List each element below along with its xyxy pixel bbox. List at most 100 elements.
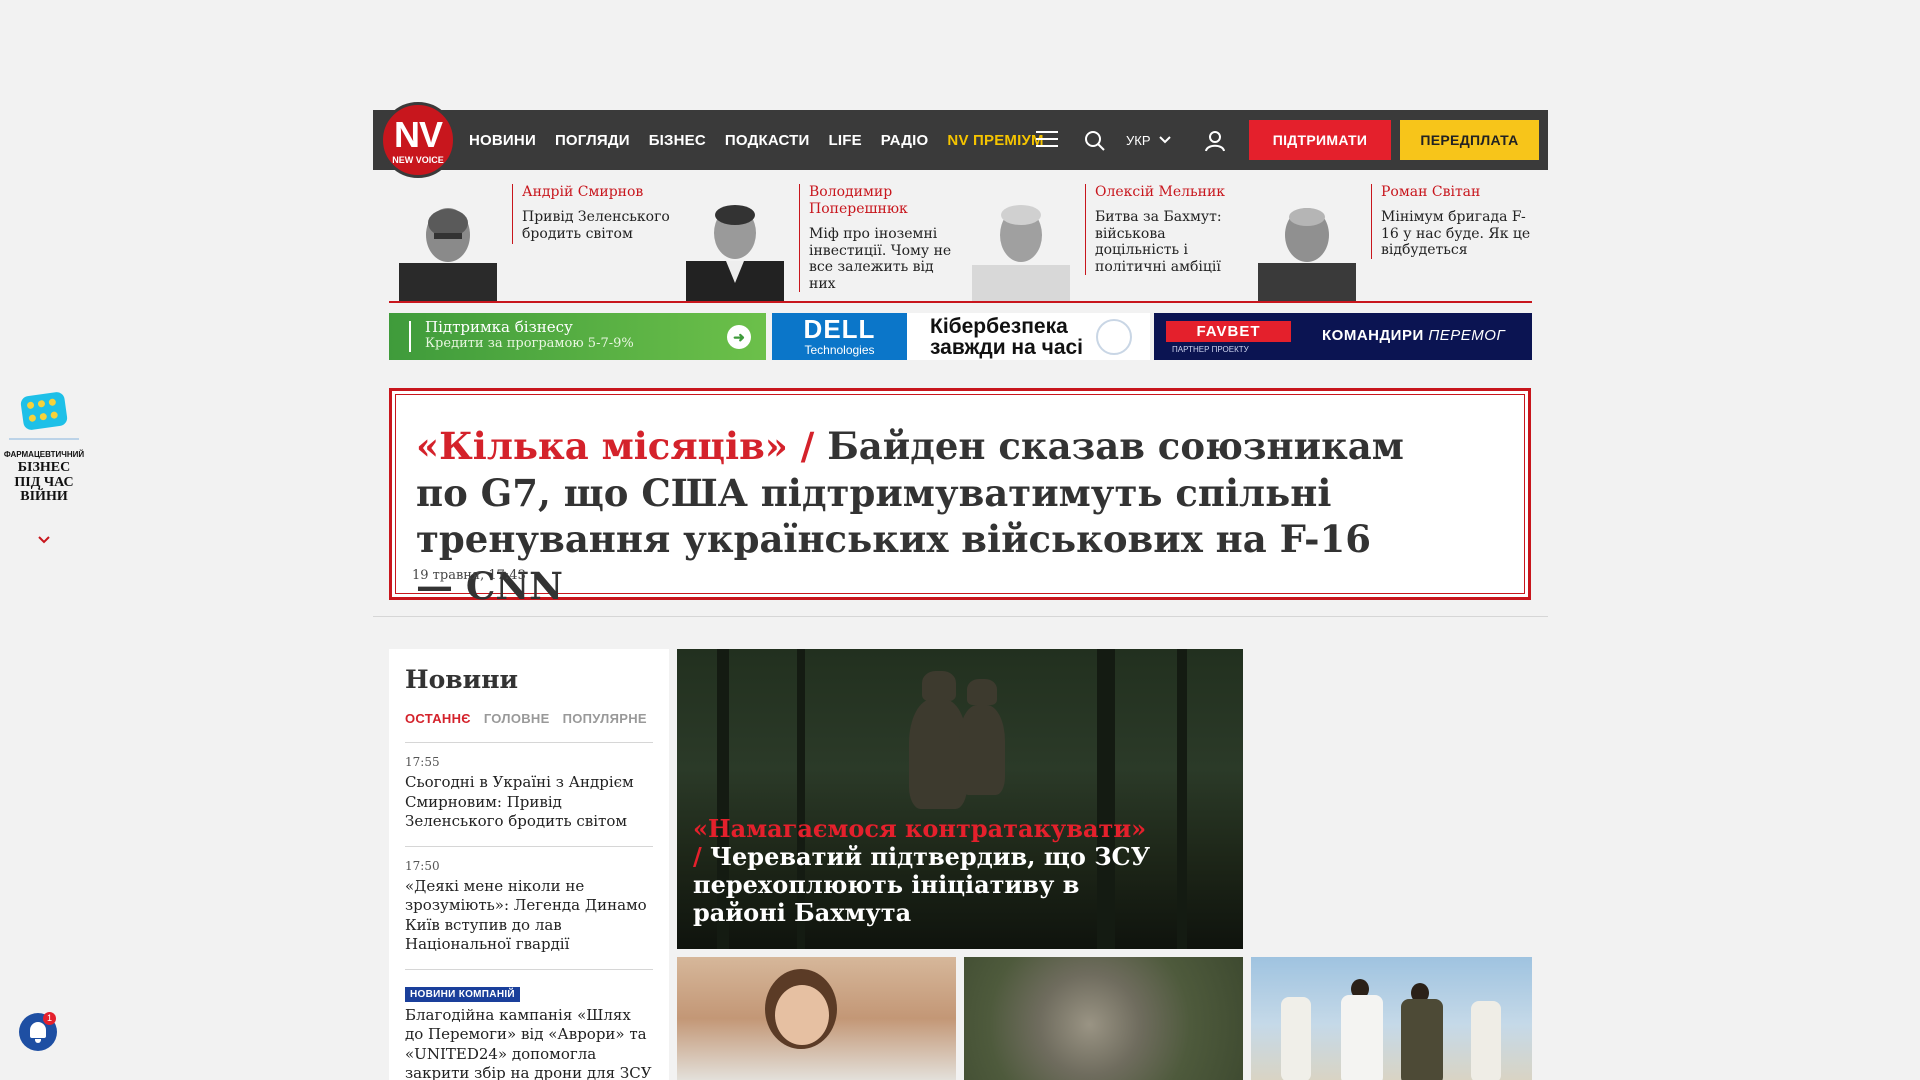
pill-blister-icon	[19, 391, 69, 431]
columnist-card[interactable]: Андрій Смирнов Привід Зеленського бродит…	[389, 180, 675, 301]
story-thumbnail[interactable]	[964, 957, 1243, 1080]
columnist-title[interactable]: Привід Зеленського бродить світом	[522, 209, 672, 242]
language-label: УКР	[1126, 132, 1151, 148]
dell-banner-text: Кібербезпека завжди на часі	[930, 316, 1083, 358]
columnist-author[interactable]: Володимир Поперешнюк	[809, 184, 959, 218]
dell-line1: Кібербезпека	[930, 315, 1068, 338]
top-story-date: 19 травня, 17:43	[412, 568, 526, 583]
arrow-right-icon: ➜	[727, 325, 751, 349]
news-list: 17:55 Сьогодні в Україні з Андрієм Смирн…	[405, 742, 653, 1080]
dell-logo-main: DELL	[803, 314, 876, 344]
news-time: 17:55	[405, 755, 440, 769]
banner-business-line2: Кредити за програмою 5-7-9%	[425, 336, 634, 351]
news-tabs: ОСТАННЄ ГОЛОВНЕ ПОПУЛЯРНЕ	[405, 711, 647, 726]
columnist-card[interactable]: Роман Світан Мінімум бригада F-16 у нас …	[1248, 180, 1534, 301]
columnist-photo	[686, 205, 784, 301]
columnist-photo	[972, 205, 1070, 301]
widget-small-label: ФАРМАЦЕВТИЧНИЙ	[3, 450, 85, 459]
photo-soldier	[922, 671, 956, 701]
business-support-banner[interactable]: Підтримка бізнесу Кредити за програмою 5…	[389, 313, 766, 360]
photo-person	[1281, 997, 1311, 1080]
news-headline[interactable]: Сьогодні в Україні з Андрієм Смирновим: …	[405, 773, 653, 832]
nav-news[interactable]: НОВИНИ	[469, 132, 536, 149]
banner-divider	[409, 321, 411, 352]
company-news-badge: НОВИНИ КОМПАНІЙ	[405, 986, 520, 1002]
notification-count-badge: 1	[43, 1012, 56, 1025]
logo-main-text: NV	[393, 114, 443, 155]
photo-tree	[1177, 649, 1187, 949]
section-divider	[373, 616, 1548, 617]
favbet-slogan-main: КОМАНДИРИ	[1322, 327, 1424, 344]
nav-premium[interactable]: NV ПРЕМІУМ	[947, 132, 1043, 149]
nav-opinions[interactable]: ПОГЛЯДИ	[555, 132, 630, 149]
photo-person	[1401, 999, 1443, 1080]
hamburger-menu-icon[interactable]	[1036, 131, 1058, 152]
language-selector[interactable]: УКР	[1126, 110, 1171, 170]
tab-latest[interactable]: ОСТАННЄ	[405, 711, 471, 726]
columnists-strip: Андрій Смирнов Привід Зеленського бродит…	[389, 180, 1532, 303]
columnist-author[interactable]: Андрій Смирнов	[522, 184, 672, 201]
tab-main[interactable]: ГОЛОВНЕ	[484, 711, 550, 726]
top-story-kicker: «Кілька місяців» /	[416, 424, 815, 468]
story-thumbnail[interactable]	[1251, 957, 1532, 1080]
news-item[interactable]: 17:55 Сьогодні в Україні з Андрієм Смирн…	[405, 743, 653, 847]
top-story-title[interactable]: «Кілька місяців» / Байден сказав союзник…	[416, 423, 1416, 609]
site-logo[interactable]: NV NEW VOICE	[380, 102, 456, 178]
tab-popular[interactable]: ПОПУЛЯРНЕ	[563, 711, 647, 726]
columnist-author[interactable]: Роман Світан	[1381, 184, 1531, 201]
widget-divider	[9, 438, 79, 440]
user-icon[interactable]	[1204, 130, 1226, 152]
dell-banner[interactable]: DELL Technologies Кібербезпека завжди на…	[772, 313, 1150, 360]
favbet-logo: FAVBET	[1166, 321, 1291, 342]
favbet-slogan-italic: ПЕРЕМОГ	[1428, 327, 1506, 344]
news-headline[interactable]: Благодійна кампанія «Шлях до Перемоги» в…	[405, 1006, 653, 1080]
columnist-title[interactable]: Мінімум бригада F-16 у нас буде. Як це в…	[1381, 209, 1531, 259]
columnist-title[interactable]: Битва за Бахмут: військова доцільність і…	[1095, 209, 1245, 275]
top-story-frame: «Кілька місяців» / Байден сказав союзник…	[395, 394, 1525, 608]
main-story-title[interactable]: «Намагаємося контратакувати» / Череватий…	[693, 815, 1163, 927]
photo-soldier	[967, 679, 997, 705]
favbet-slogan: КОМАНДИРИ ПЕРЕМОГ	[1322, 327, 1505, 344]
widget-title-line: ВІЙНИ	[20, 489, 68, 504]
columnist-card[interactable]: Володимир Поперешнюк Міф про іноземні ін…	[676, 180, 962, 301]
columnist-photo	[399, 208, 497, 301]
news-item[interactable]: 17:50 «Деякі мене ніколи не зрозуміють»:…	[405, 847, 653, 970]
search-icon[interactable]	[1084, 130, 1106, 152]
main-nav: НОВИНИ ПОГЛЯДИ БІЗНЕС ПОДКАСТИ LIFE РАДІ…	[469, 110, 1044, 170]
columnist-card[interactable]: Олексій Мельник Битва за Бахмут: військо…	[962, 180, 1248, 301]
main-story-headline: Череватий підтвердив, що ЗСУ перехоплюют…	[693, 842, 1151, 927]
favbet-partner-label: ПАРТНЕР ПРОЕКТУ	[1172, 345, 1249, 354]
photo-person	[775, 985, 829, 1045]
main-story-card[interactable]: «Намагаємося контратакувати» / Череватий…	[677, 649, 1243, 949]
photo-person	[1341, 995, 1383, 1080]
nav-life[interactable]: LIFE	[828, 132, 861, 149]
columnist-title[interactable]: Міф про іноземні інвестиції. Чому не все…	[809, 226, 959, 292]
photo-soldier	[959, 705, 1005, 795]
support-button[interactable]: ПІДТРИМАТИ	[1249, 120, 1391, 160]
widget-title-line: БІЗНЕС	[17, 460, 71, 475]
logo-sub-text: NEW VOICE	[392, 155, 444, 165]
columnist-author[interactable]: Олексій Мельник	[1095, 184, 1245, 201]
news-feed: Новини ОСТАННЄ ГОЛОВНЕ ПОПУЛЯРНЕ 17:55 С…	[389, 649, 669, 1080]
chevron-down-icon[interactable]	[0, 531, 88, 547]
top-story[interactable]: «Кілька місяців» / Байден сказав союзник…	[389, 388, 1531, 608]
columnist-photo	[1258, 208, 1356, 301]
nav-podcasts[interactable]: ПОДКАСТИ	[725, 132, 810, 149]
pharma-business-widget[interactable]: ФАРМАЦЕВТИЧНИЙ БІЗНЕС ПІД ЧАС ВІЙНИ	[0, 390, 88, 547]
news-headline[interactable]: «Деякі мене ніколи не зрозуміють»: Леген…	[405, 877, 653, 955]
story-thumbnail[interactable]	[677, 957, 956, 1080]
dell-line2: завжди на часі	[930, 336, 1084, 359]
subscribe-button[interactable]: ПЕРЕДПЛАТА	[1400, 120, 1539, 160]
favbet-banner[interactable]: FAVBET ПАРТНЕР ПРОЕКТУ КОМАНДИРИ ПЕРЕМОГ	[1154, 313, 1532, 360]
nav-business[interactable]: БІЗНЕС	[649, 132, 706, 149]
nav-radio[interactable]: РАДІО	[881, 132, 929, 149]
dell-logo: DELL Technologies	[772, 313, 907, 360]
widget-title: БІЗНЕС ПІД ЧАС ВІЙНИ	[0, 460, 88, 505]
lock-icon	[1096, 319, 1132, 355]
widget-title-line: ПІД ЧАС	[14, 474, 74, 490]
chevron-down-icon	[1158, 136, 1171, 144]
banner-business-line1: Підтримка бізнесу	[425, 318, 573, 336]
news-feed-title: Новини	[405, 665, 519, 694]
news-time: 17:50	[405, 858, 440, 873]
news-item[interactable]: НОВИНИ КОМПАНІЙ Благодійна кампанія «Шля…	[405, 970, 653, 1080]
